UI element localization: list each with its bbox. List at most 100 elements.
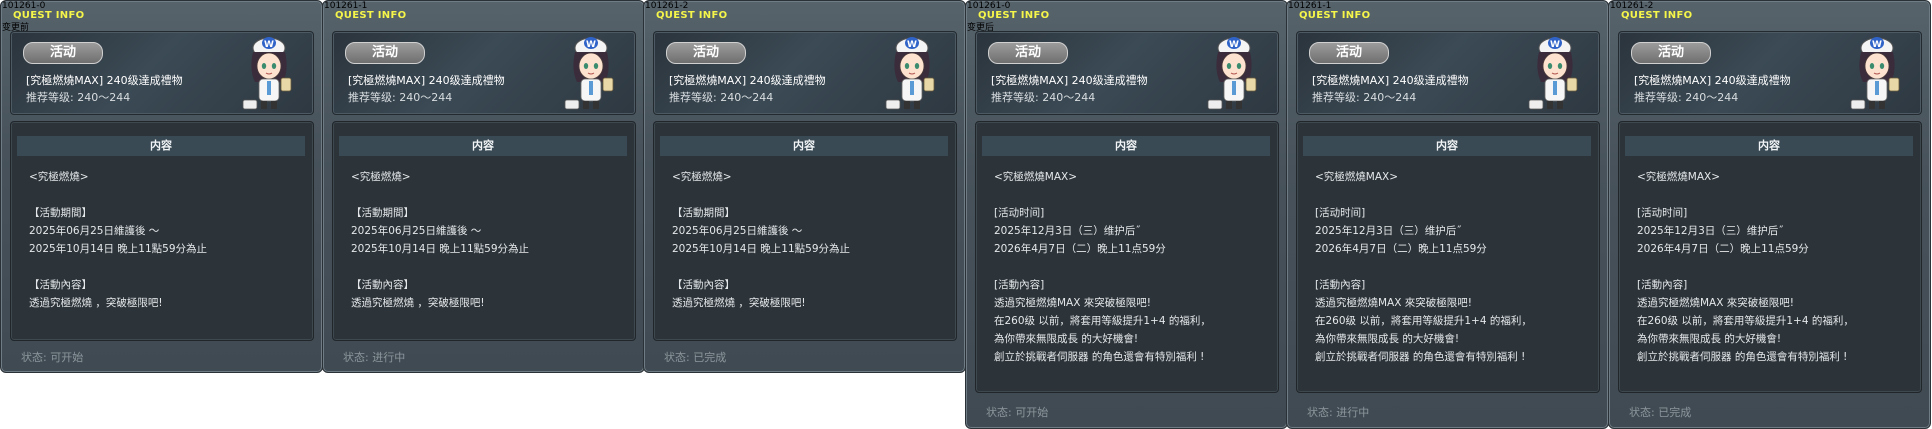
window-title: QUEST INFO <box>656 10 728 21</box>
quest-name: [究極燃燒MAX] 240级達成禮物 <box>348 74 505 87</box>
content-line: <究極燃燒> <box>29 171 89 183</box>
content-line: 在260级 以前，將套用等級提升1+4 的福利， <box>994 315 1211 327</box>
content-line: 透過究極燃燒MAX 來突破極限吧! <box>994 297 1151 309</box>
content-line: 創立於挑戰者伺服器 的角色還會有特別福利 ! <box>1315 351 1526 363</box>
content-line: <究極燃燒MAX> <box>994 171 1078 183</box>
content-line: 為你帶來無限成長 的大好機會! <box>1637 333 1782 345</box>
quest-name: [究極燃燒MAX] 240级達成禮物 <box>669 74 826 87</box>
content-lines: <究極燃燒MAX> [活动时间] 2025年12月3日（三）维护后˝ 2026年4月7… <box>994 168 1272 366</box>
content-line <box>351 186 629 204</box>
content-line: <究極燃燒> <box>351 171 411 183</box>
quest-info-window: 101261-1 QUEST INFO 活动 [究極燃燒MAX] 240级達成禮… <box>322 0 645 373</box>
content-lines: <究極燃燒MAX> [活动时间] 2025年12月3日（三）维护后˝ 2026年4月7… <box>1637 168 1915 366</box>
quest-content-panel: 内容 <究極燃燒MAX> [活动时间] 2025年12月3日（三）维护后˝ 2026年… <box>975 121 1279 393</box>
svg-text:W: W <box>1872 40 1882 50</box>
quest-info-window: 101261-0 QUEST INFO 变更后 活动 [究極燃燒MAX] 240… <box>965 0 1288 429</box>
content-line: 2025年10月14日 晚上11點59分為止 <box>672 243 851 255</box>
content-line: [活動內容] <box>1315 279 1366 291</box>
nurse-npc-icon: W <box>1207 37 1257 110</box>
content-line <box>994 186 1272 204</box>
quest-info-window: 101261-2 QUEST INFO 活动 [究極燃燒MAX] 240级達成禮… <box>643 0 966 373</box>
nurse-npc-icon: W <box>242 37 292 110</box>
content-line: 2025年12月3日（三）维护后˝ <box>1637 225 1784 237</box>
svg-text:W: W <box>264 40 274 50</box>
content-line <box>994 258 1272 276</box>
quest-name: [究極燃燒MAX] 240级達成禮物 <box>1312 74 1469 87</box>
content-line: <究極燃燒MAX> <box>1637 171 1721 183</box>
content-lines: <究極燃燒MAX> [活动时间] 2025年12月3日（三）维护后˝ 2026年4月7… <box>1315 168 1593 366</box>
content-line <box>1637 258 1915 276</box>
window-title: QUEST INFO <box>13 10 85 21</box>
content-line: 【活動內容】 <box>29 279 92 291</box>
nurse-npc-icon: W <box>885 37 935 110</box>
svg-text:W: W <box>1229 40 1239 50</box>
content-line: 2026年4月7日（二）晚上11点59分 <box>1637 243 1809 255</box>
quest-header-panel: 活动 [究極燃燒MAX] 240级達成禮物 推荐等级: 240～244 W <box>1618 31 1922 115</box>
nurse-npc-icon: W <box>564 37 614 110</box>
content-line <box>29 258 307 276</box>
content-line: 為你帶來無限成長 的大好機會! <box>1315 333 1460 345</box>
content-line: 【活動內容】 <box>672 279 735 291</box>
event-badge: 活动 <box>988 42 1068 64</box>
content-line: 透過究極燃燒 ，突破極限吧! <box>672 297 806 309</box>
quest-status: 状态: 已完成 <box>664 351 727 364</box>
event-badge: 活动 <box>1309 42 1389 64</box>
content-line: [活動內容] <box>994 279 1045 291</box>
content-line <box>29 186 307 204</box>
quest-name: [究極燃燒MAX] 240级達成禮物 <box>991 74 1148 87</box>
svg-text:W: W <box>1550 40 1560 50</box>
recommend-level: 推荐等级: 240～244 <box>669 91 774 104</box>
content-line: 【活動期間】 <box>672 207 735 219</box>
quest-header-panel: 活动 [究極燃燒MAX] 240级達成禮物 推荐等级: 240～244 W <box>1296 31 1600 115</box>
quest-content-panel: 内容 <究極燃燒MAX> [活动时间] 2025年12月3日（三）维护后˝ 2026年… <box>1296 121 1600 393</box>
content-line: [活动时间] <box>1315 207 1366 219</box>
content-header: 内容 <box>1303 136 1591 156</box>
quest-status: 状态: 可开始 <box>986 406 1049 419</box>
quest-content-panel: 内容 <究極燃燒> 【活動期間】 2025年06月25日維護後 ～ 2025年10月1… <box>332 121 636 341</box>
content-line: 2025年10月14日 晚上11點59分為止 <box>351 243 530 255</box>
quest-status: 状态: 已完成 <box>1629 406 1692 419</box>
quest-header-panel: 活动 [究極燃燒MAX] 240级達成禮物 推荐等级: 240～244 W <box>975 31 1279 115</box>
quest-header-panel: 活动 [究極燃燒MAX] 240级達成禮物 推荐等级: 240～244 W <box>653 31 957 115</box>
quest-status: 状态: 可开始 <box>21 351 84 364</box>
event-badge: 活动 <box>345 42 425 64</box>
nurse-npc-icon: W <box>1528 37 1578 110</box>
content-header: 内容 <box>982 136 1270 156</box>
window-title: QUEST INFO <box>1621 10 1693 21</box>
content-header: 内容 <box>339 136 627 156</box>
content-line: 2025年10月14日 晚上11點59分為止 <box>29 243 208 255</box>
content-line: 【活動內容】 <box>351 279 414 291</box>
content-line: 在260级 以前，將套用等級提升1+4 的福利， <box>1637 315 1854 327</box>
svg-text:W: W <box>586 40 596 50</box>
content-line: 為你帶來無限成長 的大好機會! <box>994 333 1139 345</box>
content-line <box>1315 258 1593 276</box>
content-line <box>351 258 629 276</box>
quest-header-panel: 活动 [究極燃燒MAX] 240级達成禮物 推荐等级: 240～244 W <box>10 31 314 115</box>
svg-text:W: W <box>907 40 917 50</box>
quest-header-panel: 活动 [究極燃燒MAX] 240级達成禮物 推荐等级: 240～244 W <box>332 31 636 115</box>
content-lines: <究極燃燒> 【活動期間】 2025年06月25日維護後 ～ 2025年10月14日 … <box>351 168 629 312</box>
event-badge: 活动 <box>23 42 103 64</box>
event-badge: 活动 <box>666 42 746 64</box>
recommend-level: 推荐等级: 240～244 <box>991 91 1096 104</box>
quest-info-window: 101261-0 QUEST INFO 变更前 活动 [究極燃燒MAX] 240… <box>0 0 323 373</box>
quest-info-window: 101261-2 QUEST INFO 活动 [究極燃燒MAX] 240级達成禮… <box>1608 0 1931 429</box>
recommend-level: 推荐等级: 240～244 <box>26 91 131 104</box>
content-line: 透過究極燃燒MAX 來突破極限吧! <box>1637 297 1794 309</box>
window-title: QUEST INFO <box>978 10 1050 21</box>
content-line: [活动时间] <box>994 207 1045 219</box>
window-title: QUEST INFO <box>335 10 407 21</box>
content-line: <究極燃燒MAX> <box>1315 171 1399 183</box>
content-line: 2025年06月25日維護後 ～ <box>351 225 482 237</box>
content-line: 創立於挑戰者伺服器 的角色還會有特別福利 ! <box>994 351 1205 363</box>
content-header: 内容 <box>1625 136 1913 156</box>
content-line: 2025年06月25日維護後 ～ <box>672 225 803 237</box>
recommend-level: 推荐等级: 240～244 <box>1312 91 1417 104</box>
content-lines: <究極燃燒> 【活動期間】 2025年06月25日維護後 ～ 2025年10月14日 … <box>672 168 950 312</box>
quest-content-panel: 内容 <究極燃燒> 【活動期間】 2025年06月25日維護後 ～ 2025年10月1… <box>653 121 957 341</box>
content-line: 透過究極燃燒MAX 來突破極限吧! <box>1315 297 1472 309</box>
content-line: 2025年06月25日維護後 ～ <box>29 225 160 237</box>
content-line <box>672 258 950 276</box>
content-header: 内容 <box>660 136 948 156</box>
quest-name: [究極燃燒MAX] 240级達成禮物 <box>1634 74 1791 87</box>
